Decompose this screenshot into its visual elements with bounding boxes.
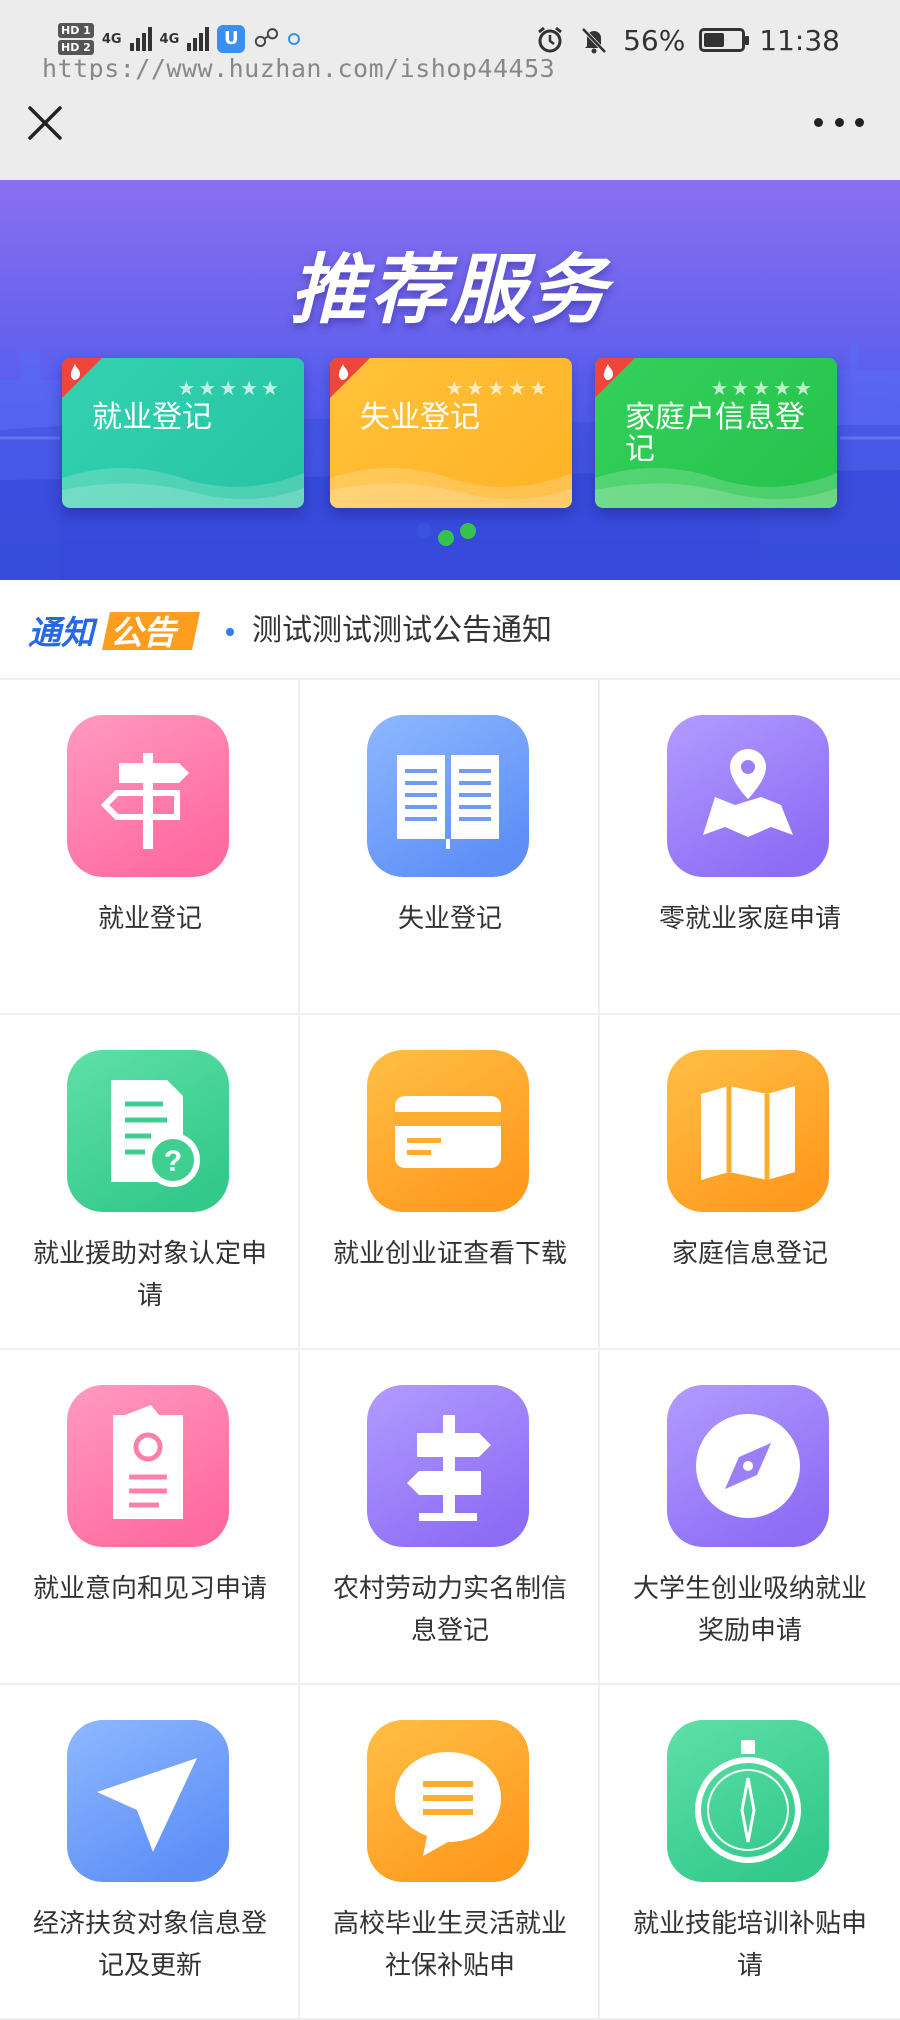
- chat-bubble-icon: [367, 1720, 529, 1882]
- service-label: 就业援助对象认定申请: [32, 1239, 267, 1311]
- notice-logo-text-2: 公告: [110, 614, 179, 651]
- recommended-services-banner[interactable]: 推荐服务 ★★★★★ 就业登记 ★★★★★ 失业登记 ★★★★★ 家庭户信息登记: [0, 180, 900, 580]
- battery-level: [704, 33, 725, 47]
- service-label: 家庭信息登记: [671, 1239, 828, 1269]
- rating-stars: ★★★★★: [445, 376, 550, 400]
- banner-card-household-info-registration[interactable]: ★★★★★ 家庭户信息登记: [595, 358, 837, 508]
- navigation-arrow-icon: [67, 1720, 229, 1882]
- signal-icon: [129, 27, 152, 51]
- close-icon[interactable]: [24, 102, 66, 144]
- signpost-icon: [67, 715, 229, 877]
- service-grid: 就业登记 失业登记 零就业家庭申请 ? 就业援助对象认定申请 就业创业证查看下载…: [0, 680, 900, 2020]
- carousel-dot[interactable]: [416, 523, 432, 539]
- service-item-assistance-target[interactable]: ? 就业援助对象认定申请: [0, 1015, 300, 1350]
- hd2-label: HD 2: [58, 40, 94, 55]
- notice-logo: 通知 公告: [24, 612, 200, 651]
- service-item-employment-registration[interactable]: 就业登记: [0, 680, 300, 1015]
- service-label: 高校毕业生灵活就业社保补贴申: [332, 1909, 567, 1981]
- card-label: 就业登记: [92, 400, 212, 435]
- hot-fire-icon: [330, 358, 370, 398]
- title-bar: [0, 80, 900, 180]
- notice-bar[interactable]: 通知 公告 测试测试测试公告通知: [0, 580, 900, 680]
- service-item-internship-application[interactable]: 就业意向和见习申请: [0, 1350, 300, 1685]
- service-item-unemployment-registration[interactable]: 失业登记: [300, 680, 600, 1015]
- card-wave-decoration: [62, 468, 304, 508]
- service-label: 就业登记: [97, 904, 202, 934]
- service-label: 就业创业证查看下载: [332, 1239, 567, 1269]
- notice-bullet: [226, 628, 234, 636]
- network-type-2: 4G: [159, 31, 180, 47]
- battery-icon: [699, 28, 750, 52]
- service-item-family-info[interactable]: 家庭信息登记: [600, 1015, 900, 1350]
- signal-icon: [187, 27, 210, 51]
- book-icon: [367, 715, 529, 877]
- service-item-graduate-startup-award[interactable]: 大学生创业吸纳就业奖励申请: [600, 1350, 900, 1685]
- wechat-icon: ☍: [253, 24, 280, 54]
- hot-fire-icon: [62, 358, 102, 398]
- banner-card-unemployment-registration[interactable]: ★★★★★ 失业登记: [330, 358, 572, 508]
- stopwatch-icon: [667, 1720, 829, 1882]
- banner-card-employment-registration[interactable]: ★★★★★ 就业登记: [62, 358, 304, 508]
- direction-sign-icon: [367, 1385, 529, 1547]
- svg-text:?: ?: [164, 1145, 182, 1178]
- service-label: 经济扶贫对象信息登记及更新: [32, 1909, 267, 1981]
- hot-fire-icon: [595, 358, 635, 398]
- service-item-poverty-info-update[interactable]: 经济扶贫对象信息登记及更新: [0, 1685, 300, 2020]
- hd-indicators: HD 1 HD 2: [58, 23, 94, 55]
- banner-title: 推荐服务: [290, 245, 610, 334]
- service-label: 就业意向和见习申请: [32, 1574, 267, 1604]
- hd1-label: HD 1: [58, 23, 94, 38]
- notification-app-icon: U: [217, 25, 246, 53]
- carousel-dot[interactable]: [438, 530, 454, 546]
- card-label: 失业登记: [360, 400, 480, 435]
- rating-stars: ★★★★★: [177, 376, 282, 400]
- notice-text[interactable]: 测试测试测试公告通知: [252, 610, 552, 652]
- service-item-rural-labor-registration[interactable]: 农村劳动力实名制信息登记: [300, 1350, 600, 1685]
- carousel-dot[interactable]: [460, 523, 476, 539]
- card-label: 家庭户信息登记: [625, 400, 805, 467]
- clock: 11:38: [759, 23, 840, 57]
- status-bar: HD 1 HD 2 4G 4G U ☍ https://www.huzhan.c…: [0, 0, 900, 83]
- compass-icon: [667, 1385, 829, 1547]
- service-item-zero-employment-family[interactable]: 零就业家庭申请: [600, 680, 900, 1015]
- more-options-icon[interactable]: [814, 118, 864, 130]
- notice-logo-text-1: 通知: [28, 614, 98, 651]
- service-label: 就业技能培训补贴申请: [632, 1909, 867, 1981]
- service-item-certificate-download[interactable]: 就业创业证查看下载: [300, 1015, 600, 1350]
- network-type-1: 4G: [101, 31, 122, 47]
- card-icon: [367, 1050, 529, 1212]
- service-label: 大学生创业吸纳就业奖励申请: [632, 1574, 867, 1646]
- document-question-icon: ?: [67, 1050, 229, 1212]
- carousel-indicator[interactable]: [416, 516, 476, 546]
- status-right: 56% 11:38: [535, 18, 840, 62]
- service-label: 失业登记: [397, 904, 502, 934]
- service-label: 零就业家庭申请: [658, 904, 841, 934]
- notification-dot-icon: [287, 33, 300, 45]
- alarm-icon: [538, 26, 562, 53]
- card-wave-decoration: [330, 468, 572, 508]
- service-item-graduate-insurance-subsidy[interactable]: 高校毕业生灵活就业社保补贴申: [300, 1685, 600, 2020]
- watermark-url: https://www.huzhan.com/ishop44453: [42, 54, 556, 83]
- map-pin-icon: [667, 715, 829, 877]
- rating-stars: ★★★★★: [710, 376, 815, 400]
- mute-bell-icon: [581, 27, 607, 54]
- service-label: 农村劳动力实名制信息登记: [332, 1574, 567, 1646]
- folded-map-icon: [667, 1050, 829, 1212]
- resume-icon: [67, 1385, 229, 1547]
- battery-percent: 56%: [623, 23, 686, 57]
- service-item-skills-training-subsidy[interactable]: 就业技能培训补贴申请: [600, 1685, 900, 2020]
